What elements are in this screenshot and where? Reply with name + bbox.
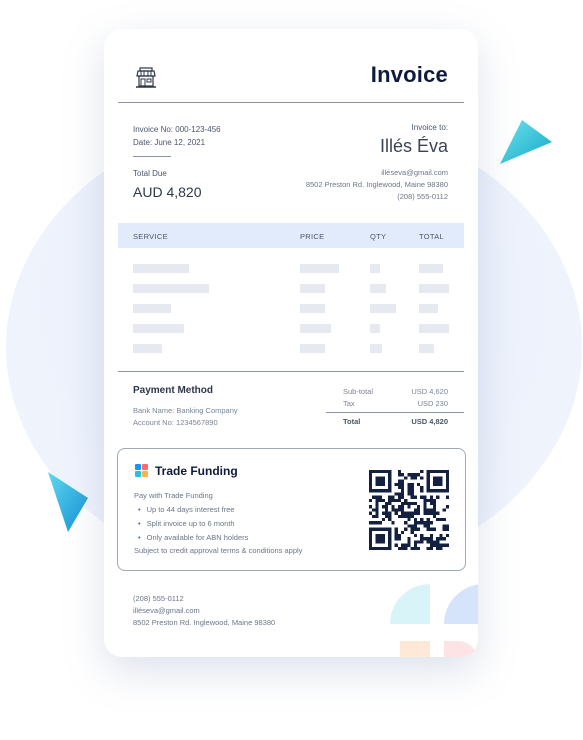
tax-value: USD 230: [417, 399, 448, 408]
triangle-decoration-left: [48, 472, 88, 532]
total-label: Total: [343, 417, 361, 426]
account-number: Account No: 1234567890: [133, 418, 218, 427]
triangle-decoration-right: [500, 120, 552, 164]
footer-phone: (208) 555-0112: [133, 594, 184, 603]
footer-address: 8502 Preston Rd. Inglewood, Maine 98380: [133, 618, 276, 627]
trade-funding-benefits: Up to 44 days interest free Split invoic…: [138, 505, 249, 547]
recipient-phone: (208) 555-0112: [397, 192, 448, 201]
recipient-email: illéseva@gmail.com: [381, 168, 448, 177]
recipient-name: Illés Éva: [379, 136, 448, 156]
footer-email: illéseva@gmail.com: [133, 606, 200, 615]
table-header: SERVICE PRICE QTY TOTAL: [118, 223, 464, 248]
list-item: Up to 44 days interest free: [138, 505, 248, 519]
divider: [133, 156, 171, 157]
placeholder-bar: [300, 264, 339, 273]
placeholder-bar: [419, 344, 434, 353]
placeholder-bar: [370, 344, 382, 353]
placeholder-bar: [419, 304, 438, 313]
qr-code-icon[interactable]: [369, 470, 449, 550]
storefront-icon: [136, 67, 156, 88]
subtotal-value: USD 4,620: [411, 387, 448, 396]
placeholder-bar: [370, 284, 386, 293]
placeholder-bar: [370, 264, 380, 273]
recipient-address: 8502 Preston Rd. Inglewood, Maine 98380: [305, 180, 448, 189]
divider: [118, 371, 464, 372]
placeholder-bar: [300, 304, 325, 313]
placeholder-bar: [300, 324, 331, 333]
placeholder-bar: [133, 264, 189, 273]
corner-decoration: [400, 641, 430, 657]
trade-funding-title: Trade Funding: [155, 464, 238, 478]
total-due-amount: AUD 4,820: [133, 184, 202, 200]
placeholder-bar: [133, 304, 171, 313]
placeholder-bar: [300, 344, 325, 353]
column-header-price: PRICE: [300, 232, 325, 241]
placeholder-bar: [370, 324, 380, 333]
placeholder-bar: [419, 284, 449, 293]
total-due-label: Total Due: [133, 169, 167, 178]
trade-funding-subtitle: Pay with Trade Funding: [134, 491, 213, 500]
bank-name: Bank Name: Banking Company: [133, 406, 238, 415]
subtotal-label: Sub-total: [343, 387, 374, 396]
corner-decoration: [444, 641, 478, 657]
list-item: Split invoice up to 6 month: [138, 519, 248, 533]
placeholder-bar: [300, 284, 325, 293]
trade-funding-terms: Subject to credit approval terms & condi…: [134, 546, 303, 555]
payment-method-title: Payment Method: [133, 385, 214, 396]
divider: [118, 102, 464, 103]
list-item: Only available for ABN holders: [138, 533, 249, 547]
placeholder-bar: [419, 324, 449, 333]
placeholder-bar: [133, 284, 209, 293]
divider: [326, 412, 464, 413]
invoice-card: Invoice Invoice No: 000-123-456 Date: Ju…: [104, 29, 478, 657]
trade-funding-logo-icon: [135, 464, 148, 477]
corner-decoration: [390, 584, 430, 624]
placeholder-bar: [133, 344, 162, 353]
placeholder-bar: [370, 304, 396, 313]
column-header-qty: QTY: [370, 232, 387, 241]
tax-label: Tax: [343, 399, 355, 408]
invoice-number: Invoice No: 000-123-456: [133, 125, 221, 134]
invoice-to-label: Invoice to:: [411, 123, 448, 132]
corner-decoration: [444, 584, 478, 624]
trade-funding-panel: Trade Funding Pay with Trade Funding Up …: [117, 448, 466, 571]
column-header-total: TOTAL: [419, 232, 444, 241]
placeholder-bar: [419, 264, 443, 273]
column-header-service: SERVICE: [133, 232, 168, 241]
invoice-title: Invoice: [370, 62, 448, 87]
total-value: USD 4,820: [411, 417, 448, 426]
invoice-date: Date: June 12, 2021: [133, 138, 206, 147]
placeholder-bar: [133, 324, 184, 333]
